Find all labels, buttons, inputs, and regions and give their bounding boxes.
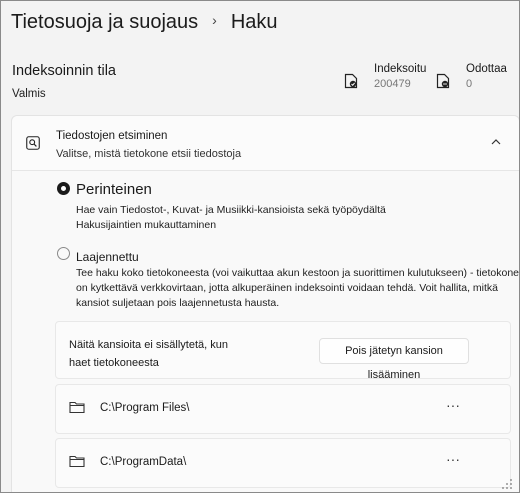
enhanced-option-description-line: on kytkettävä verkkovirtaan, jotta alkup…	[76, 282, 498, 294]
excluded-folder-row: C:\ProgramData\ ···	[55, 438, 511, 488]
excluded-folders-panel: Näitä kansioita ei sisällytetä, kun haet…	[55, 321, 511, 381]
file-search-title: Tiedostojen etsiminen	[56, 130, 168, 142]
enhanced-option-description-line: Tee haku koko tietokoneesta (voi vaikutt…	[76, 267, 520, 279]
enhanced-option-description-line: kansiot suljetaan pois laajennetusta hau…	[76, 297, 280, 309]
search-icon	[26, 136, 40, 150]
file-search-header[interactable]: Tiedostojen etsiminen Valitse, mistä tie…	[12, 116, 519, 171]
file-search-card: Tiedostojen etsiminen Valitse, mistä tie…	[11, 115, 520, 492]
indexing-status-title: Indeksoinnin tila	[12, 63, 116, 79]
excluded-folder-path: C:\Program Files\	[100, 402, 190, 414]
excluded-folders-text-line: haet tietokoneesta	[69, 357, 159, 369]
file-search-subtitle: Valitse, mistä tietokone etsii tiedostoj…	[56, 148, 242, 160]
folder-icon	[69, 455, 85, 468]
pending-count: 0	[466, 78, 473, 90]
add-excluded-folder-button[interactable]: Pois jätetyn kansion lisääminen	[319, 338, 469, 381]
breadcrumb-parent[interactable]: Tietosuoja ja suojaus	[11, 11, 198, 34]
more-options-icon[interactable]: ···	[443, 398, 463, 414]
classic-radio[interactable]	[57, 182, 70, 195]
indexed-count: 200479	[374, 78, 411, 90]
breadcrumb-separator: ›	[212, 11, 217, 28]
enhanced-option-label[interactable]: Laajennettu	[76, 250, 139, 264]
settings-window: Tietosuoja ja suojaus › Haku Indeksoinni…	[0, 0, 520, 493]
indexing-status-value: Valmis	[12, 88, 46, 100]
customize-search-locations-link[interactable]: Hakusijaintien mukauttaminen	[76, 218, 216, 233]
more-options-icon[interactable]: ···	[443, 452, 463, 468]
page-title: Haku	[230, 11, 278, 33]
excluded-folder-row: C:\Program Files\ ···	[55, 384, 511, 434]
document-check-icon	[344, 73, 358, 89]
classic-option-label[interactable]: Perinteinen	[76, 181, 152, 198]
classic-option-description: Hae vain Tiedostot-, Kuvat- ja Musiikki-…	[76, 204, 386, 216]
pending-label: Odottaa	[466, 63, 507, 75]
excluded-folders-text: Näitä kansioita ei sisällytetä, kun haet…	[69, 336, 289, 372]
indexed-label: Indeksoitu	[374, 63, 427, 75]
breadcrumb: Tietosuoja ja suojaus › Haku	[11, 11, 278, 34]
indexing-status-section: Indeksoinnin tila Valmis Indeksoitu 2004…	[1, 55, 519, 111]
chevron-up-icon[interactable]	[490, 137, 502, 147]
enhanced-radio[interactable]	[57, 247, 70, 260]
resize-grip-icon[interactable]	[500, 478, 514, 490]
excluded-folders-text-line: Näitä kansioita ei sisällytetä, kun	[69, 339, 228, 351]
folder-icon	[69, 401, 85, 414]
document-pending-icon	[436, 73, 450, 89]
excluded-folder-path: C:\ProgramData\	[100, 456, 187, 468]
